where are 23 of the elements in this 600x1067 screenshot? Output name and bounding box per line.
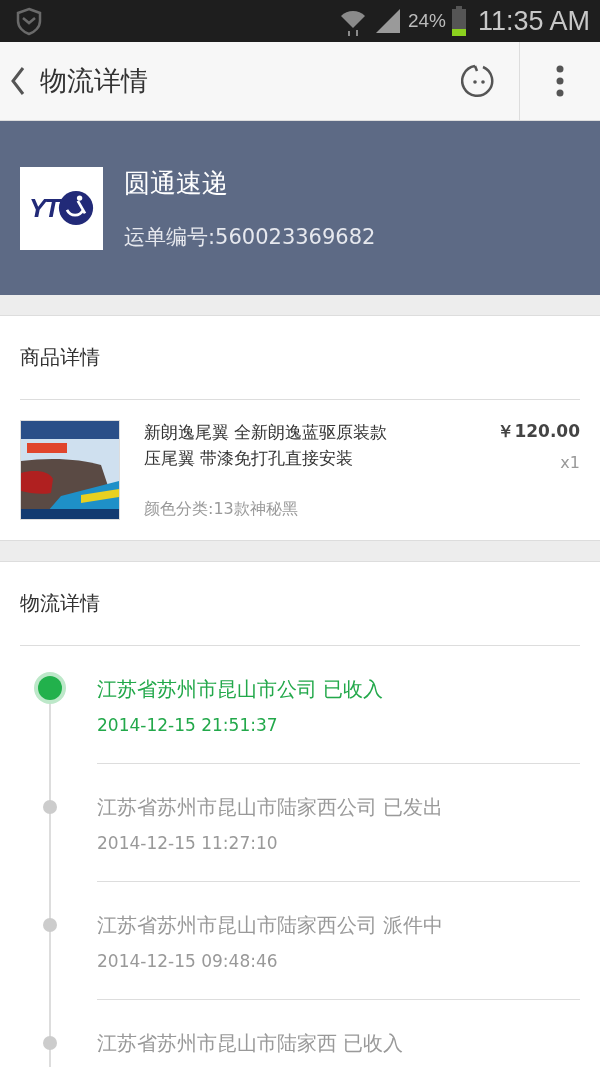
tracking-number: 运单编号:560023369682 — [124, 223, 376, 251]
event-time: 2014-12-15 09:48:46 — [97, 951, 279, 971]
section-heading: 物流详情 — [20, 562, 580, 646]
product-variant: 颜色分类:13款神秘黑 — [144, 499, 299, 520]
section-heading: 商品详情 — [20, 316, 580, 400]
more-icon[interactable] — [555, 64, 565, 98]
event-time: 2014-12-15 11:27:10 — [97, 833, 279, 853]
battery-percent: 24% — [407, 10, 446, 32]
event-text: 江苏省苏州市昆山市公司 已收入 — [97, 676, 385, 703]
page-title: 物流详情 — [40, 64, 149, 98]
product-title: 新朗逸尾翼 全新朗逸蓝驱原装款压尾翼 带漆免打孔直接安装 — [144, 421, 389, 470]
event-text: 江苏省苏州市昆山市陆家西 已收入 — [97, 1030, 405, 1057]
shield-icon — [14, 6, 44, 36]
carrier-logo: YT — [20, 166, 103, 250]
status-time: 11:35 AM — [477, 5, 590, 37]
battery-icon — [451, 6, 466, 36]
back-button[interactable] — [10, 66, 26, 96]
product-quantity: x1 — [560, 453, 580, 472]
event-text: 江苏省苏州市昆山市陆家西公司 已发出 — [97, 794, 445, 821]
event-time: 2014-12-15 21:51:37 — [97, 715, 279, 735]
carrier-name: 圆通速递 — [124, 166, 229, 200]
event-text: 江苏省苏州市昆山市陆家西公司 派件中 — [97, 912, 445, 939]
product-price: ￥120.00 — [497, 420, 580, 443]
